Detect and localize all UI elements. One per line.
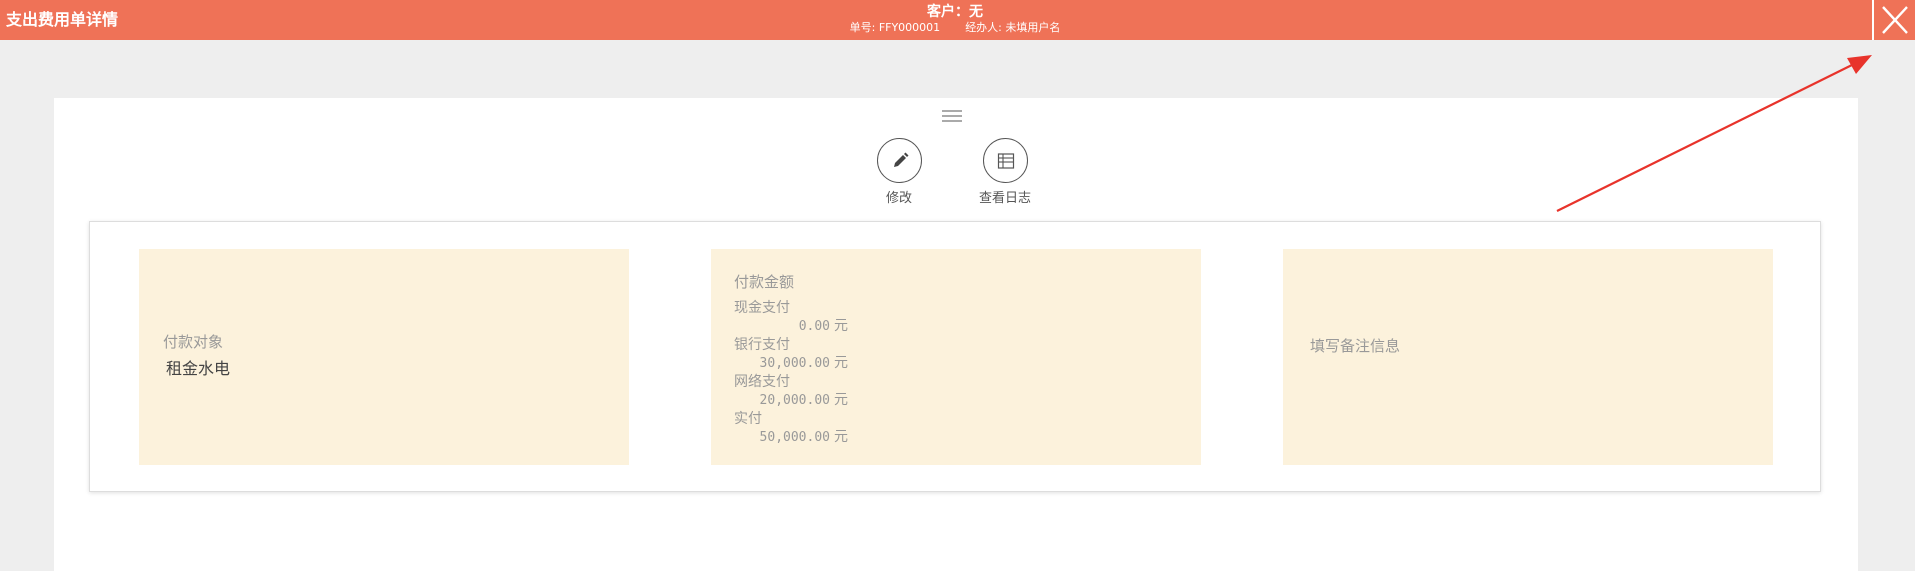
amount-unit: 元 — [834, 355, 848, 371]
log-circle[interactable] — [982, 138, 1028, 183]
payee-value: 租金水电 — [166, 359, 231, 378]
detail-panel: 修改 查看日志 付款对象 租金水电 付款金额 现金支付 0.00 元 银行支付 3… — [54, 98, 1858, 571]
amount-row: 30,000.00 元 — [734, 354, 848, 373]
payee-label: 付款对象 — [163, 333, 224, 351]
handler-name: 未填用户名 — [1005, 21, 1061, 34]
amount-row-label: 实付 — [734, 411, 762, 427]
pencil-icon — [893, 152, 908, 167]
amount-unit: 元 — [834, 318, 848, 334]
close-icon — [1882, 6, 1908, 34]
amount-unit: 元 — [834, 392, 848, 408]
header-info: 客户：无 单号: FFY000001 经办人: 未填用户名 — [760, 3, 1150, 35]
amount-box: 付款金额 现金支付 0.00 元 银行支付 30,000.00 元 网络支付 20,… — [711, 249, 1201, 465]
view-log-button[interactable]: 查看日志 — [965, 138, 1045, 207]
log-label: 查看日志 — [978, 191, 1031, 206]
customer-text: 客户：无 — [927, 4, 983, 20]
handler-label: 经办人: — [965, 21, 1002, 34]
amount-value: 30,000.00 — [759, 356, 830, 371]
amount-unit: 元 — [834, 429, 848, 445]
order-no-label: 单号: — [849, 21, 876, 34]
amount-row: 20,000.00 元 — [734, 391, 848, 410]
edit-label: 修改 — [885, 191, 912, 206]
amount-value: 0.00 — [798, 319, 830, 334]
amount-list: 现金支付 0.00 元 银行支付 30,000.00 元 网络支付 20,000.0… — [734, 299, 848, 447]
order-meta: 单号: FFY000001 经办人: 未填用户名 — [760, 21, 1150, 35]
detail-card: 付款对象 租金水电 付款金额 现金支付 0.00 元 银行支付 30,000.00… — [89, 221, 1821, 492]
amount-value: 20,000.00 — [759, 393, 830, 408]
amount-value: 50,000.00 — [759, 430, 830, 445]
edit-circle[interactable] — [876, 138, 922, 183]
menu-icon[interactable] — [941, 108, 963, 124]
amount-row-label: 现金支付 — [734, 300, 790, 316]
order-no: FFY000001 — [878, 21, 941, 34]
window-title: 支出费用单详情 — [6, 10, 119, 29]
payee-box: 付款对象 租金水电 — [139, 249, 629, 465]
remark-box[interactable]: 填写备注信息 — [1283, 249, 1773, 465]
close-button[interactable] — [1872, 0, 1915, 40]
log-icon — [997, 153, 1014, 169]
amount-row-label: 网络支付 — [734, 374, 790, 390]
title-bar: 支出费用单详情 客户：无 单号: FFY000001 经办人: 未填用户名 — [0, 0, 1915, 40]
amount-row-label: 银行支付 — [734, 337, 790, 353]
edit-button[interactable]: 修改 — [859, 138, 939, 207]
amount-title: 付款金额 — [734, 273, 795, 291]
remark-placeholder[interactable]: 填写备注信息 — [1310, 335, 1400, 356]
amount-row: 50,000.00 元 — [734, 428, 848, 447]
amount-row: 0.00 元 — [734, 317, 848, 336]
